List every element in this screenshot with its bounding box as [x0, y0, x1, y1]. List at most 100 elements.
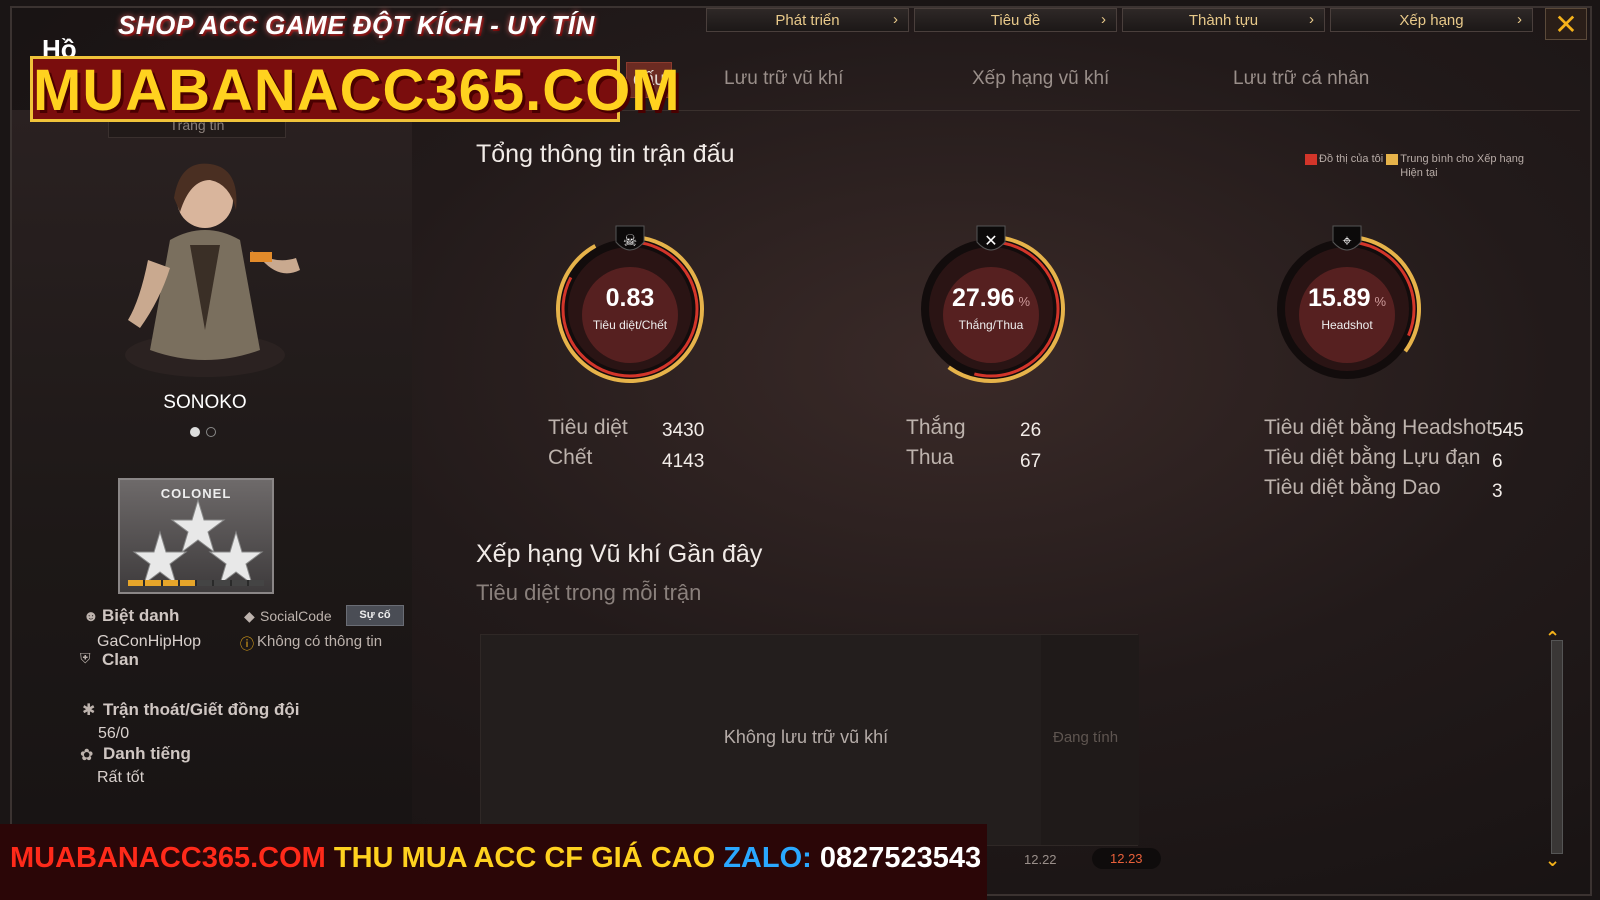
stat-deaths-value: 4143 — [662, 451, 705, 472]
gauge-glow — [582, 267, 678, 363]
shop-site: MUABANACC365.COM — [30, 56, 680, 123]
star-icon — [132, 498, 264, 586]
rank-progress-segment — [179, 580, 195, 586]
rank-progress-segment — [162, 580, 178, 586]
escape-value: 56/0 — [98, 725, 130, 742]
shop-tagline: SHOP ACC GAME ĐỘT KÍCH - UY TÍN — [118, 10, 595, 40]
ad-text: THU MUA ACC CF GIÁ CAO — [333, 842, 716, 874]
rank-progress-segment — [128, 580, 144, 586]
gauge-kd: ☠ 0.83 Tiêu diệt/Chết — [545, 224, 715, 394]
chevron-right-icon: › — [1517, 11, 1522, 28]
gauge-value: 27.96% — [951, 284, 1031, 312]
gauge-label: Thắng/Thua — [958, 318, 1024, 332]
legend-avg: Trung bình cho Xếp hạng Hiện tại — [1400, 153, 1525, 179]
escape-label: Trận thoát/Giết đồng đội — [103, 700, 300, 719]
nickname-label: Biệt danh — [102, 606, 180, 625]
gauge-label: Headshot — [1321, 318, 1373, 332]
gauge-glow — [1299, 267, 1395, 363]
date-1222[interactable]: 12.22 — [1024, 852, 1057, 867]
stat-knife-kills-value: 3 — [1492, 481, 1503, 502]
rank-progress-segment — [231, 580, 247, 586]
target-icon: ⌖ — [1342, 233, 1351, 250]
stat-grenade-kills-label: Tiêu diệt bằng Lựu đạn — [1264, 446, 1481, 469]
scrollbar[interactable] — [1551, 640, 1563, 854]
ad-site: MUABANACC365.COM — [10, 842, 326, 874]
character-pager[interactable] — [190, 424, 222, 442]
gauge-headshot: ⌖ 15.89% Headshot — [1262, 224, 1432, 394]
rank-progress-segment — [248, 580, 264, 586]
ad-zalo: ZALO: — [723, 842, 812, 874]
flower-icon: ✿ — [80, 747, 94, 764]
ad-phone: 0827523543 — [819, 842, 982, 874]
tab-xep-hang-vu-khi[interactable]: Xếp hạng vũ khí — [972, 68, 1109, 90]
chevron-right-icon: › — [1101, 11, 1106, 28]
stat-kills-label: Tiêu diệt — [548, 416, 628, 439]
gauge-wl: ✕ 27.96% Thắng/Thua — [906, 224, 1076, 394]
skull-icon: ☠ — [623, 233, 637, 250]
question-icon: ⓘ — [240, 636, 254, 652]
rank-progress-segment — [197, 580, 213, 586]
menu-phat-trien[interactable]: Phát triển › — [706, 8, 909, 32]
legend-mine: Đồ thị của tôi — [1319, 153, 1384, 165]
menu-tieu-de[interactable]: Tiêu đề › — [914, 8, 1117, 32]
menu-label: Phát triển — [775, 11, 840, 29]
date-1223[interactable]: 12.23 — [1092, 848, 1161, 869]
close-icon: ✕ — [1554, 8, 1578, 40]
stat-losses-value: 67 — [1020, 451, 1042, 472]
menu-label: Tiêu đề — [990, 11, 1041, 29]
ad-line: MUABANACC365.COM THU MUA ACC CF GIÁ CAO … — [10, 842, 981, 875]
close-button[interactable]: ✕ — [1545, 8, 1587, 40]
stat-deaths-label: Chết — [548, 446, 593, 469]
bottom-ad-banner: MUABANACC365.COM THU MUA ACC CF GIÁ CAO … — [0, 824, 987, 900]
weapon-pending-label: Đang tính — [1053, 729, 1119, 746]
weapon-empty-message: Không lưu trữ vũ khí — [723, 727, 889, 747]
user-icon: ☻ — [83, 608, 99, 625]
report-button[interactable]: Sự cố — [346, 605, 404, 626]
legend-swatch-mine — [1305, 153, 1317, 165]
rank-badge: COLONEL — [118, 478, 274, 594]
rank-progress-bar — [128, 580, 264, 586]
pager-dot-active[interactable] — [190, 427, 200, 437]
stat-losses-label: Thua — [906, 446, 954, 469]
socialcode-label: SocialCode — [260, 608, 332, 624]
weapon-rank-title: Xếp hạng Vũ khí Gần đây — [476, 540, 763, 568]
match-summary-title: Tổng thông tin trận đấu — [476, 140, 735, 168]
reputation-value: Rất tốt — [97, 769, 145, 786]
weapon-chart-area: Không lưu trữ vũ khí Đang tính — [480, 634, 1139, 846]
weapon-rank-subtitle: Tiêu diệt trong mỗi trận — [476, 580, 702, 605]
gauge-value: 15.89% — [1307, 284, 1387, 312]
gauge-value: 0.83 — [605, 284, 655, 312]
socialcode-value: Không có thông tin — [257, 633, 383, 650]
stat-hs-kills-label: Tiêu diệt bằng Headshot — [1264, 416, 1493, 439]
chevron-right-icon: › — [1309, 11, 1314, 28]
pager-dot[interactable] — [206, 427, 216, 437]
stat-grenade-kills-value: 6 — [1492, 451, 1503, 472]
tab-luu-tru-ca-nhan[interactable]: Lưu trữ cá nhân — [1233, 68, 1369, 90]
stat-wins-value: 26 — [1020, 420, 1042, 441]
gauge-glow — [943, 267, 1039, 363]
clan-label: Clan — [102, 650, 139, 669]
crossed-rifles-icon: ✕ — [984, 233, 997, 250]
scroll-down-icon[interactable]: ⌄ — [1545, 850, 1560, 871]
gauge-label: Tiêu diệt/Chết — [592, 318, 668, 332]
rank-progress-segment — [145, 580, 161, 586]
character-portrait — [125, 163, 300, 377]
stat-kills-value: 3430 — [662, 420, 705, 441]
stat-hs-kills-value: 545 — [1492, 420, 1524, 441]
rank-progress-segment — [214, 580, 230, 586]
chart-legend: Đồ thị của tôi Trung bình cho Xếp hạng H… — [1305, 152, 1530, 180]
nickname-value: GaConHipHop — [97, 633, 202, 650]
shop-logo: Hồ SHOP ACC GAME ĐỘT KÍCH - UY TÍN MUABA… — [30, 10, 680, 128]
tag-icon: ◆ — [244, 608, 255, 624]
stat-knife-kills-label: Tiêu diệt bằng Dao — [1264, 476, 1441, 499]
legend-swatch-avg — [1386, 153, 1399, 165]
chevron-right-icon: › — [893, 11, 898, 28]
clan-icon: ⛨ — [80, 650, 91, 666]
character-name: SONOKO — [163, 392, 247, 413]
menu-xep-hang[interactable]: Xếp hạng › — [1330, 8, 1533, 32]
menu-thanh-tuu[interactable]: Thành tựu › — [1122, 8, 1325, 32]
tab-luu-tru-vu-khi[interactable]: Lưu trữ vũ khí — [724, 68, 843, 90]
reputation-label: Danh tiếng — [103, 744, 191, 763]
menu-label: Xếp hạng — [1399, 11, 1464, 29]
stat-wins-label: Thắng — [906, 416, 966, 439]
